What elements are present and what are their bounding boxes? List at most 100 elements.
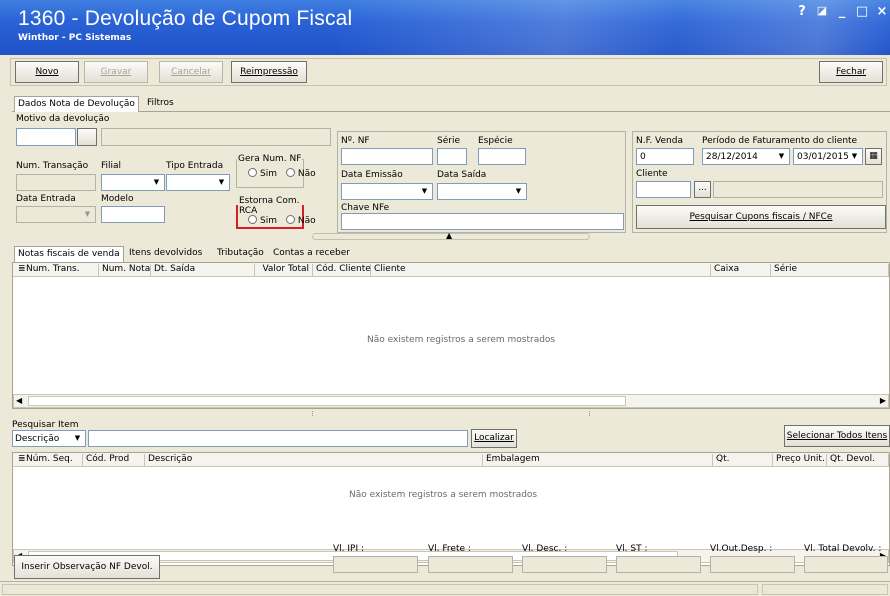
- notas-grid: ≣ Num. Trans. Num. Nota Dt. Saída Valor …: [12, 262, 890, 409]
- col-qt-devol[interactable]: Qt. Devol.: [827, 454, 889, 466]
- col-dt-saida[interactable]: Dt. Saída: [151, 264, 255, 276]
- motivo-code-input[interactable]: [16, 128, 76, 146]
- periodo-inicio-input[interactable]: 28/12/2014 ▼: [702, 148, 790, 165]
- chevron-down-icon: ▼: [778, 152, 785, 160]
- col-descricao[interactable]: Descrição: [145, 454, 483, 466]
- arrow-left-icon[interactable]: ◀: [16, 396, 22, 405]
- cliente-label: Cliente: [636, 169, 668, 179]
- periodo-fim-input[interactable]: 03/01/2015 ▼: [793, 148, 863, 165]
- fechar-button[interactable]: Fechar: [819, 61, 883, 83]
- inserir-observacao-button[interactable]: Inserir Observação NF Devol.: [14, 555, 160, 579]
- chave-nfe-input[interactable]: [341, 213, 624, 230]
- estorna-options: Sim Não: [248, 215, 316, 226]
- chevron-down-icon: ▼: [421, 187, 428, 195]
- gravar-button[interactable]: Gravar: [84, 61, 148, 83]
- middle-splitter[interactable]: [312, 411, 590, 416]
- novo-button[interactable]: Novo: [15, 61, 79, 83]
- calendar-icon[interactable]: ▦: [865, 148, 882, 165]
- restore-icon[interactable]: ◪: [814, 4, 830, 17]
- gera-nao-radio[interactable]: Não: [285, 168, 316, 179]
- vl-total-devolv-label: Vl. Total Devolv. :: [804, 544, 882, 554]
- especie-label: Espécie: [478, 136, 513, 146]
- periodo-label: Período de Faturamento do cliente: [702, 136, 858, 146]
- window-title: 1360 - Devolução de Cupom Fiscal: [18, 7, 353, 30]
- nf-venda-input[interactable]: 0: [636, 148, 694, 165]
- col-cliente[interactable]: Cliente: [371, 264, 711, 276]
- notas-horizontal-scrollbar[interactable]: ◀ ▶: [13, 394, 889, 408]
- chave-nfe-label: Chave NFe: [341, 203, 390, 213]
- especie-input[interactable]: [478, 148, 526, 165]
- scroll-thumb[interactable]: [28, 396, 626, 406]
- chevron-down-icon: ▼: [84, 210, 91, 218]
- pesquisar-item-label: Pesquisar Item: [12, 420, 79, 430]
- tab-dados-nota-devolucao[interactable]: Dados Nota de Devolução: [14, 96, 139, 112]
- tab-divider: [12, 111, 890, 112]
- vl-desc-label: Vl. Desc. :: [522, 544, 568, 554]
- gera-sim-radio[interactable]: Sim: [248, 168, 277, 179]
- pesquisar-cupons-button[interactable]: Pesquisar Cupons fiscais / NFCe: [636, 205, 886, 229]
- help-button[interactable]: ?: [794, 4, 810, 19]
- tipo-entrada-select[interactable]: ▼: [166, 174, 230, 191]
- vl-desc-field: [522, 556, 607, 573]
- radio-icon: [248, 168, 257, 177]
- localizar-button[interactable]: Localizar: [471, 429, 517, 448]
- motivo-lookup-button[interactable]: [77, 128, 97, 146]
- tab-contas-receber[interactable]: Contas a receber: [270, 246, 353, 262]
- cliente-lookup-button[interactable]: ...: [694, 181, 711, 198]
- tipo-entrada-label: Tipo Entrada: [166, 161, 224, 171]
- data-entrada-select: ▼: [16, 206, 96, 223]
- filial-select[interactable]: ▼: [101, 174, 165, 191]
- nf-input[interactable]: [341, 148, 433, 165]
- itens-grid-header: ≣ Núm. Seq. Cód. Prod Descrição Embalage…: [13, 453, 889, 467]
- col-cod-prod[interactable]: Cód. Prod: [83, 454, 145, 466]
- arrow-right-icon[interactable]: ▶: [880, 396, 886, 405]
- radio-icon: [285, 168, 295, 177]
- col-num-nota[interactable]: Num. Nota: [99, 264, 151, 276]
- search-input[interactable]: [88, 430, 468, 447]
- reimpressao-button[interactable]: Reimpressão: [231, 61, 307, 83]
- col-embalagem[interactable]: Embalagem: [483, 454, 713, 466]
- estorna-nao-radio[interactable]: Não: [285, 215, 316, 226]
- data-saida-input[interactable]: ▼: [437, 183, 527, 200]
- estorna-com-rca-label: Estorna Com. RCA: [239, 196, 300, 216]
- notas-grid-header: ≣ Num. Trans. Num. Nota Dt. Saída Valor …: [13, 263, 889, 277]
- data-entrada-label: Data Entrada: [16, 194, 76, 204]
- maximize-button[interactable]: □: [854, 4, 870, 19]
- cancelar-button[interactable]: Cancelar: [159, 61, 223, 83]
- vl-ipi-field: [333, 556, 418, 573]
- gera-num-nf-options: Sim Não: [248, 168, 316, 179]
- num-transacao-field: [16, 174, 96, 191]
- col-serie[interactable]: Série: [771, 264, 889, 276]
- estorna-sim-radio[interactable]: Sim: [248, 215, 277, 226]
- tab-notas-fiscais-venda[interactable]: Notas fiscais de venda: [14, 246, 124, 262]
- cliente-code-input[interactable]: [636, 181, 691, 198]
- title-bar: 1360 - Devolução de Cupom Fiscal Winthor…: [0, 0, 890, 55]
- chevron-down-icon: ▼: [851, 152, 858, 160]
- tab-filtros[interactable]: Filtros: [144, 96, 177, 112]
- chevron-down-icon: ▼: [153, 178, 160, 186]
- search-field-select[interactable]: Descrição ▼: [12, 430, 86, 447]
- chevron-down-icon: ▼: [74, 434, 81, 442]
- col-caixa[interactable]: Caixa: [711, 264, 771, 276]
- chevron-down-icon: ▼: [218, 178, 225, 186]
- gera-num-nf-label: Gera Num. NF: [238, 154, 302, 164]
- itens-empty-message: Não existem registros a serem mostrados: [349, 490, 538, 500]
- motivo-description-field: [101, 128, 331, 146]
- data-emissao-input[interactable]: ▼: [341, 183, 433, 200]
- col-valor-total[interactable]: Valor Total: [255, 264, 313, 276]
- tab-tributacao[interactable]: Tributação: [214, 246, 267, 262]
- col-preco-unit[interactable]: Preço Unit.: [773, 454, 827, 466]
- col-num-seq[interactable]: Núm. Seq.: [23, 454, 83, 466]
- col-num-trans[interactable]: Num. Trans.: [23, 264, 99, 276]
- col-qt[interactable]: Qt.: [713, 454, 773, 466]
- modelo-input[interactable]: [101, 206, 165, 223]
- col-cod-cliente[interactable]: Cód. Cliente: [313, 264, 371, 276]
- serie-input[interactable]: [437, 148, 467, 165]
- vl-total-devolv-field: [804, 556, 888, 573]
- modelo-label: Modelo: [101, 194, 134, 204]
- data-saida-label: Data Saída: [437, 170, 487, 180]
- close-button[interactable]: ×: [874, 4, 890, 19]
- tab-itens-devolvidos[interactable]: Itens devolvidos: [126, 246, 205, 262]
- selecionar-todos-button[interactable]: Selecionar Todos Itens: [784, 425, 890, 447]
- minimize-button[interactable]: _: [834, 4, 850, 19]
